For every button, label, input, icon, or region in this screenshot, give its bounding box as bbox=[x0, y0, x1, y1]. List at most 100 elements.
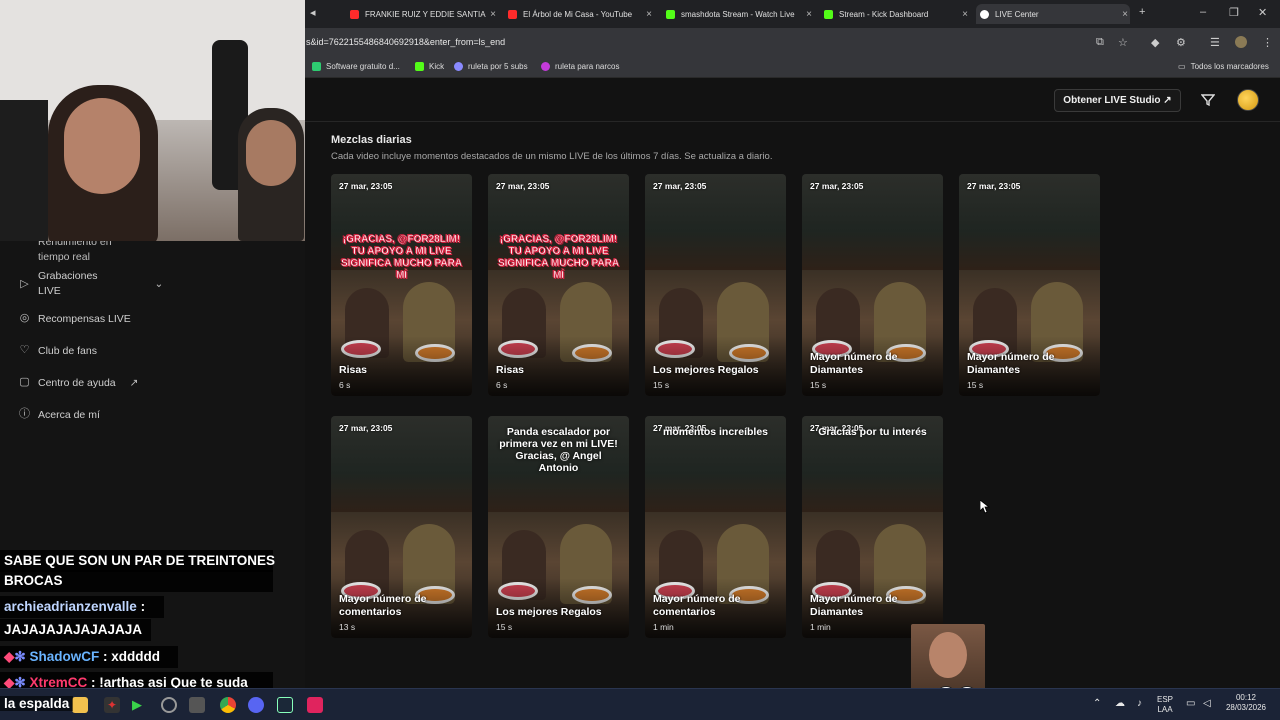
chevron-up-icon[interactable]: ⌃ bbox=[1093, 699, 1101, 709]
globe-icon bbox=[454, 62, 463, 71]
install-app-icon[interactable]: ⧉ bbox=[1096, 36, 1104, 49]
tab-frankie[interactable]: FRANKIE RUIZ Y EDDIE SANTIA × bbox=[346, 4, 498, 24]
bookmark-ruleta-subs[interactable]: ruleta por 5 subs bbox=[454, 62, 528, 71]
network-icon[interactable]: ▭ bbox=[1186, 699, 1195, 709]
clip-title: Mayor número de comentarios bbox=[339, 593, 427, 618]
chevron-down-icon[interactable]: ⌄ bbox=[155, 278, 164, 290]
clip-card[interactable]: 27 mar, 23:05 Gracias por tu interés Mayor… bbox=[802, 416, 943, 638]
close-tab-icon[interactable]: × bbox=[646, 9, 652, 20]
close-tab-icon[interactable]: × bbox=[806, 9, 812, 20]
close-window-icon[interactable]: ✕ bbox=[1258, 6, 1267, 19]
clip-card[interactable]: 27 mar, 23:05 momentos increíbles Mayor nú… bbox=[645, 416, 786, 638]
tab-arbol[interactable]: El Árbol de Mi Casa - YouTube × bbox=[504, 4, 654, 24]
bookmark-ruleta-narcos[interactable]: ruleta para narcos bbox=[541, 62, 619, 71]
kick-icon bbox=[824, 9, 833, 19]
volume-icon[interactable]: ◁ bbox=[1203, 699, 1211, 709]
clip-card[interactable]: 27 mar, 23:05 ¡GRACIAS, @FOR28LIM! TU APO… bbox=[488, 174, 629, 396]
menu-dots-icon[interactable]: ⋮ bbox=[1262, 36, 1273, 49]
guest-face bbox=[246, 120, 296, 186]
app-icon[interactable] bbox=[189, 697, 205, 713]
clip-duration: 1 min bbox=[810, 622, 831, 632]
mouse-cursor-icon bbox=[980, 500, 990, 514]
filter-icon[interactable] bbox=[1201, 93, 1215, 107]
tab-kick-dashboard[interactable]: Stream - Kick Dashboard × bbox=[820, 4, 970, 24]
clip-duration: 6 s bbox=[339, 380, 351, 390]
clip-duration: 13 s bbox=[339, 622, 356, 632]
media-controls-icon[interactable]: ☰ bbox=[1210, 36, 1220, 49]
minimize-icon[interactable]: – bbox=[1200, 6, 1206, 18]
obs-icon[interactable] bbox=[161, 697, 177, 713]
badge-icon: ✻ bbox=[14, 649, 30, 664]
restore-icon[interactable]: ❐ bbox=[1229, 6, 1239, 19]
steam-icon[interactable] bbox=[277, 697, 293, 713]
tab-label: Stream - Kick Dashboard bbox=[839, 9, 929, 19]
tab-label: El Árbol de Mi Casa - YouTube bbox=[523, 9, 633, 19]
sidebar-item-fanclub[interactable]: ♡ Club de fans bbox=[18, 344, 97, 357]
clock-time: 00:12 bbox=[1235, 693, 1257, 702]
discord-icon[interactable] bbox=[248, 697, 264, 713]
chat-message: BROCAS bbox=[0, 570, 273, 592]
clip-title: Mayor número de comentarios bbox=[653, 593, 741, 618]
clip-overlay-text: momentos increíbles bbox=[662, 426, 769, 438]
clip-card[interactable]: 27 mar, 23:05 Los mejores Regalos 15 s bbox=[645, 174, 786, 396]
clip-title: Mayor número de Diamantes bbox=[810, 351, 898, 376]
bookmark-label: ruleta por 5 subs bbox=[468, 62, 528, 71]
clip-date: 27 mar, 23:05 bbox=[496, 181, 550, 191]
bookmark-label: Software gratuito d... bbox=[326, 62, 400, 71]
clip-card[interactable]: 27 mar, 23:05 ¡GRACIAS, @FOR28LIM! TU APO… bbox=[331, 174, 472, 396]
close-tab-icon[interactable]: × bbox=[962, 9, 968, 20]
bookmark-software[interactable]: Software gratuito d... bbox=[312, 62, 400, 71]
language-indicator[interactable]: ESP LAA bbox=[1157, 695, 1173, 715]
sidebar-item-recordings[interactable]: ▷ Grabaciones LIVE ⌄ bbox=[18, 269, 163, 299]
chat-overlay: SABE QUE SON UN PAR DE TREINTONES BROCAS… bbox=[0, 540, 305, 694]
clip-card[interactable]: 27 mar, 23:05 Mayor número de Diamantes 15… bbox=[959, 174, 1100, 396]
clip-title: Risas bbox=[496, 364, 525, 376]
clock[interactable]: 00:12 28/03/2026 bbox=[1222, 693, 1270, 713]
app-icon[interactable]: ✦ bbox=[104, 697, 120, 713]
tab-scroll-icon[interactable]: ◂ bbox=[310, 6, 316, 19]
bookmark-label: Kick bbox=[429, 62, 445, 71]
clip-card[interactable]: 27 mar, 23:05 Mayor número de Diamantes 15… bbox=[802, 174, 943, 396]
tiktok-studio-icon[interactable] bbox=[307, 697, 323, 713]
clip-date: 27 mar, 23:05 bbox=[339, 423, 393, 433]
clip-date: 27 mar, 23:05 bbox=[967, 181, 1021, 191]
cloud-icon[interactable]: ☁ bbox=[1115, 699, 1125, 709]
bookmark-star-icon[interactable]: ☆ bbox=[1118, 36, 1128, 49]
sidebar-item-label: Grabaciones LIVE bbox=[38, 270, 98, 297]
clip-title: Mayor número de Diamantes bbox=[810, 593, 898, 618]
extension-diamond-icon[interactable]: ◆ bbox=[1151, 36, 1159, 49]
close-tab-icon[interactable]: × bbox=[1122, 9, 1128, 20]
clip-duration: 1 min bbox=[653, 622, 674, 632]
heart-icon: ♡ bbox=[19, 344, 30, 356]
mic-icon[interactable]: ♪ bbox=[1137, 699, 1142, 709]
get-live-studio-button[interactable]: Obtener LIVE Studio ↗ bbox=[1054, 89, 1181, 112]
file-explorer-icon[interactable] bbox=[72, 697, 88, 713]
chat-username: archieadrianzenvalle bbox=[4, 599, 137, 614]
sidebar-item-help[interactable]: ▢ Centro de ayuda ↗ bbox=[18, 376, 138, 389]
tab-label: FRANKIE RUIZ Y EDDIE SANTIA bbox=[365, 9, 486, 19]
sidebar-item-about[interactable]: ⓘ Acerca de mí bbox=[18, 408, 100, 421]
all-bookmarks-label: Todos los marcadores bbox=[1190, 62, 1269, 71]
clip-overlay-text: Gracias por tu interés bbox=[818, 426, 927, 438]
sidebar-item-rewards[interactable]: ◎ Recompensas LIVE bbox=[18, 312, 131, 325]
clip-title: Risas bbox=[339, 364, 368, 376]
all-bookmarks[interactable]: ▭ Todos los marcadores bbox=[1178, 62, 1269, 71]
streamer-face bbox=[64, 98, 140, 194]
bookmark-kick[interactable]: Kick bbox=[415, 62, 444, 71]
chrome-icon[interactable] bbox=[220, 697, 236, 713]
url-field[interactable]: s&id=7622155486840692918&enter_from=ls_e… bbox=[306, 37, 505, 47]
clip-card[interactable]: 27 mar, 23:05 Mayor número de comentarios… bbox=[331, 416, 472, 638]
clip-card[interactable]: Panda escalador por primera vez en mi LI… bbox=[488, 416, 629, 638]
section-subtitle: Cada video incluye momentos destacados d… bbox=[331, 151, 773, 162]
tab-smashdota[interactable]: smashdota Stream - Watch Live × bbox=[662, 4, 814, 24]
sidebar-item-label: Centro de ayuda bbox=[38, 376, 116, 389]
extensions-icon[interactable]: ⚙ bbox=[1176, 36, 1186, 49]
close-tab-icon[interactable]: × bbox=[490, 9, 496, 20]
play-icon[interactable]: ▶ bbox=[132, 697, 148, 713]
profile-avatar-icon[interactable] bbox=[1235, 36, 1247, 48]
rewards-icon: ◎ bbox=[19, 312, 30, 324]
tab-live-center[interactable]: LIVE Center × bbox=[976, 4, 1130, 24]
new-tab-button[interactable]: + bbox=[1139, 6, 1145, 18]
avatar[interactable] bbox=[1237, 89, 1259, 111]
kick-icon bbox=[415, 62, 424, 71]
